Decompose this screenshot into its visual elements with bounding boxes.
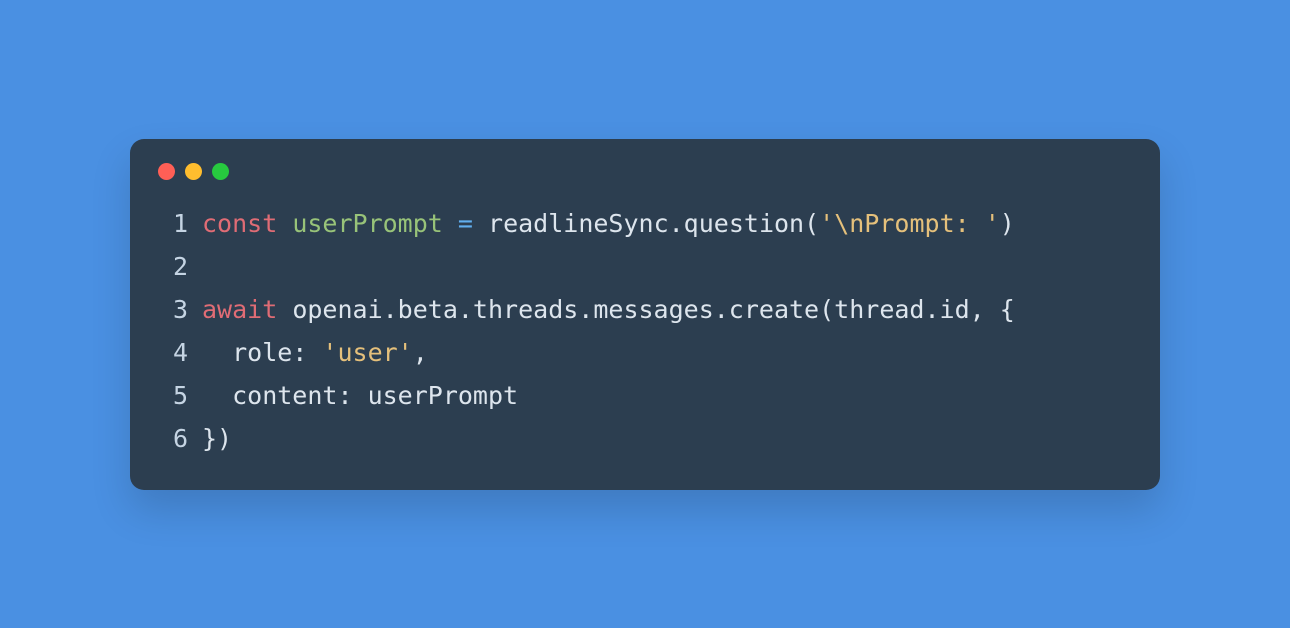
code-token: )	[1000, 209, 1015, 238]
code-token: 'user'	[322, 338, 412, 367]
code-token: })	[202, 424, 232, 453]
code-token: userPrompt	[292, 209, 443, 238]
code-token: await	[202, 295, 277, 324]
window-controls	[130, 163, 1160, 202]
code-token: content: userPrompt	[202, 381, 518, 410]
code-token: const	[202, 209, 277, 238]
code-token	[277, 209, 292, 238]
code-content: await openai.beta.threads.messages.creat…	[202, 288, 1015, 331]
minimize-icon[interactable]	[185, 163, 202, 180]
code-content: content: userPrompt	[202, 374, 518, 417]
code-token: =	[458, 209, 473, 238]
code-content: role: 'user',	[202, 331, 428, 374]
line-number: 3	[158, 288, 188, 331]
code-line: 2	[158, 245, 1132, 288]
code-token: role:	[202, 338, 322, 367]
maximize-icon[interactable]	[212, 163, 229, 180]
line-number: 5	[158, 374, 188, 417]
line-number: 1	[158, 202, 188, 245]
line-number: 4	[158, 331, 188, 374]
code-content: })	[202, 417, 232, 460]
code-token: ,	[413, 338, 428, 367]
line-number: 6	[158, 417, 188, 460]
code-content	[202, 245, 217, 288]
code-line: 3 await openai.beta.threads.messages.crea…	[158, 288, 1132, 331]
code-line: 4 role: 'user',	[158, 331, 1132, 374]
code-window: 1 const userPrompt = readlineSync.questio…	[130, 139, 1160, 490]
close-icon[interactable]	[158, 163, 175, 180]
code-area: 1 const userPrompt = readlineSync.questio…	[130, 202, 1160, 460]
line-number: 2	[158, 245, 188, 288]
code-line: 1 const userPrompt = readlineSync.questio…	[158, 202, 1132, 245]
code-content: const userPrompt = readlineSync.question…	[202, 202, 1015, 245]
code-token: readlineSync.question(	[473, 209, 819, 238]
code-token: '\nPrompt: '	[819, 209, 1000, 238]
code-line: 5 content: userPrompt	[158, 374, 1132, 417]
code-token: openai.beta.threads.messages.create(thre…	[277, 295, 1015, 324]
code-line: 6})	[158, 417, 1132, 460]
code-token	[443, 209, 458, 238]
